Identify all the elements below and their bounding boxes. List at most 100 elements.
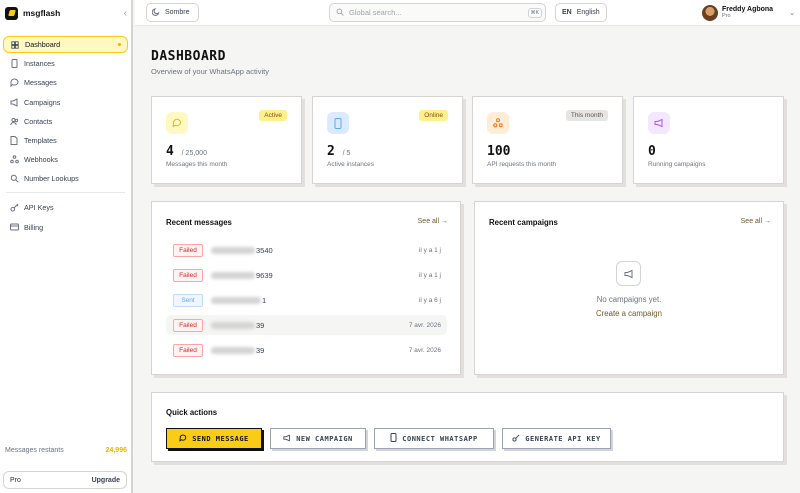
avatar	[702, 5, 718, 21]
webhook-icon	[487, 112, 509, 134]
quota-label: Messages restants	[5, 447, 64, 454]
create-campaign-link[interactable]: Create a campaign	[475, 309, 783, 318]
sidebar-item-messages[interactable]: Messages	[3, 74, 128, 91]
plan-box: Pro Upgrade	[3, 471, 127, 489]
message-row[interactable]: Failed 9639 il y a 1 j	[166, 265, 447, 285]
search-icon	[9, 174, 19, 183]
stat-caption: Active instances	[327, 161, 374, 168]
search-placeholder: Global search...	[349, 8, 402, 17]
sidebar-item-campaigns[interactable]: Campaigns	[3, 94, 128, 111]
document-icon	[9, 135, 19, 145]
stat-value: 2 / 5	[327, 144, 351, 159]
megaphone-icon	[616, 261, 641, 286]
sidebar-item-templates[interactable]: Templates	[3, 132, 128, 149]
sidebar-item-label: Dashboard	[25, 40, 61, 49]
sidebar-item-label: Number Lookups	[24, 174, 79, 184]
panel-title: Recent messages	[166, 218, 232, 227]
stat-card-instances: Online 2 / 5 Active instances	[312, 96, 463, 184]
connect-whatsapp-button[interactable]: CONNECT WHATSAPP	[374, 428, 494, 449]
phone-icon	[390, 433, 397, 444]
megaphone-icon	[9, 97, 19, 107]
key-icon	[512, 434, 520, 444]
sidebar-item-billing[interactable]: Billing	[3, 219, 128, 236]
language-code: EN	[562, 9, 572, 16]
status-badge: Failed	[173, 243, 203, 257]
active-dot	[118, 43, 121, 46]
webhook-icon	[9, 155, 19, 164]
status-badge: Failed	[173, 343, 203, 357]
message-row[interactable]: Failed 39 7 avr. 2026	[166, 315, 447, 335]
message-time: il y a 1 j	[418, 271, 441, 279]
panel-title: Quick actions	[166, 408, 218, 417]
megaphone-icon	[283, 434, 291, 444]
search-icon	[336, 8, 344, 18]
quota-value: 24,996	[105, 447, 127, 454]
logo[interactable]: msgflash ‹	[5, 5, 127, 21]
stat-card-messages: Active 4 / 25,000 Messages this month	[151, 96, 302, 184]
stat-caption: Messages this month	[166, 161, 228, 168]
new-campaign-button[interactable]: NEW CAMPAIGN	[270, 428, 366, 449]
page-subtitle: Overview of your WhatsApp activity	[151, 67, 269, 76]
stat-value: 0	[648, 144, 656, 159]
plan-name: Pro	[10, 476, 21, 484]
status-badge: Failed	[173, 318, 203, 332]
theme-label: Sombre	[165, 9, 190, 16]
sidebar-item-number-lookups[interactable]: Number Lookups	[3, 170, 128, 187]
app-name: msgflash	[23, 8, 61, 18]
phone-number: 39	[211, 321, 264, 330]
shortcut-hint: ⌘K	[527, 7, 542, 18]
send-message-button[interactable]: SEND MESSAGE	[166, 428, 262, 449]
sidebar-divider	[6, 192, 125, 194]
sidebar-item-label: API Keys	[24, 203, 54, 213]
status-badge: Active	[259, 110, 287, 121]
messages-quota: Messages restants 24,996	[5, 447, 127, 454]
stat-value: 100	[487, 144, 511, 159]
chat-icon	[9, 78, 19, 88]
sidebar-nav: Dashboard Instances Messages Campaigns C…	[3, 36, 128, 238]
status-badge: Failed	[173, 268, 203, 282]
user-meta: Freddy Agbona Pro	[722, 6, 773, 19]
chevron-left-icon[interactable]: ‹	[124, 8, 127, 19]
phone-number: 9639	[211, 271, 273, 280]
moon-icon	[151, 7, 160, 18]
chevron-down-icon: ⌄	[789, 10, 795, 17]
user-plan: Pro	[722, 12, 731, 19]
phone-number: 39	[211, 346, 264, 355]
sidebar-item-label: Campaigns	[24, 97, 61, 107]
logo-icon	[5, 6, 18, 20]
message-time: il y a 1 j	[418, 246, 441, 254]
message-time: 7 avr. 2026	[408, 321, 441, 329]
phone-icon	[9, 59, 19, 69]
message-row[interactable]: Sent 1 il y a 6 j	[166, 290, 447, 310]
see-all-campaigns-link[interactable]: See all →	[741, 218, 771, 225]
message-row[interactable]: Failed 39 7 avr. 2026	[166, 340, 447, 360]
empty-state-text: No campaigns yet.	[596, 295, 662, 304]
message-row[interactable]: Failed 3540 il y a 1 j	[166, 240, 447, 260]
theme-toggle-button[interactable]: Sombre	[146, 3, 199, 22]
sidebar-item-instances[interactable]: Instances	[3, 55, 128, 72]
sidebar-item-dashboard[interactable]: Dashboard	[3, 36, 128, 53]
generate-api-key-button[interactable]: GENERATE API KEY	[502, 428, 611, 449]
sidebar-item-contacts[interactable]: Contacts	[3, 113, 128, 130]
status-badge: Online	[419, 110, 448, 121]
stat-card-campaigns: 0 Running campaigns	[633, 96, 784, 184]
phone-number: 3540	[211, 246, 273, 255]
sidebar-item-label: Webhooks	[24, 155, 58, 165]
home-icon	[10, 40, 20, 49]
sidebar-item-webhooks[interactable]: Webhooks	[3, 151, 128, 168]
sidebar-item-api-keys[interactable]: API Keys	[3, 199, 128, 216]
upgrade-button[interactable]: Upgrade	[92, 477, 120, 484]
language-selector[interactable]: EN English	[555, 3, 607, 22]
language-name: English	[576, 9, 600, 16]
sidebar-item-label: Billing	[24, 222, 44, 232]
sidebar-item-label: Templates	[24, 135, 57, 145]
search-input[interactable]: Global search... ⌘K	[329, 3, 546, 22]
sidebar-item-label: Contacts	[24, 116, 53, 126]
sidebar-item-label: Messages	[24, 78, 57, 88]
topbar: Sombre Global search... ⌘K EN English Fr…	[135, 0, 800, 26]
page-title: DASHBOARD	[151, 49, 226, 64]
user-menu[interactable]: Freddy Agbona Pro ⌄	[702, 4, 795, 22]
status-badge: This month	[565, 110, 608, 121]
see-all-messages-link[interactable]: See all →	[418, 218, 448, 225]
chat-icon	[179, 434, 187, 444]
